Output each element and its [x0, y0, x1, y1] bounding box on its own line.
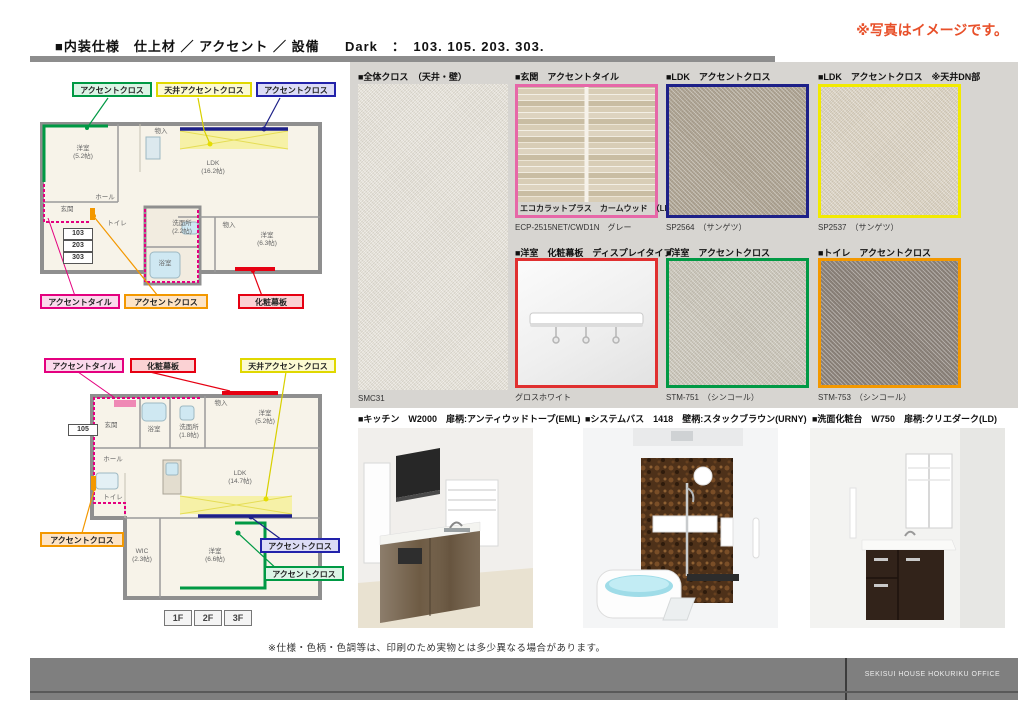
material-code-toilet-cloth: STM-753 （シンコール）	[818, 392, 911, 403]
footer-line	[30, 691, 1018, 693]
room-label: WIC(2.3帖)	[122, 548, 162, 563]
material-title-entrance-tile: ■玄関 アクセントタイル	[515, 70, 619, 83]
unit-tag: 203	[63, 240, 93, 252]
material-title-ldk-ceiling: ■LDK アクセントクロス ※天井DN部	[818, 70, 980, 83]
swatch-ldk-ceiling-cloth	[818, 84, 961, 218]
callout-accent-cloth-green: アクセントクロス	[264, 566, 344, 581]
swatch-room-cloth	[666, 258, 809, 388]
unit-spec: Dark ： 103. 105. 203. 303.	[345, 36, 544, 55]
room-label: ホール	[96, 456, 130, 464]
tile-image	[518, 87, 655, 202]
floor-plan-upper: アクセントクロス 天井アクセントクロス アクセントクロス アクセントタイル アク…	[30, 82, 348, 322]
unit-tag: 105	[68, 424, 98, 436]
callout-ceiling-accent-cloth: 天井アクセントクロス	[156, 82, 252, 97]
swatch-room-board	[515, 258, 658, 388]
callout-makeup-board: 化粧幕板	[130, 358, 196, 373]
room-label: 洗面所(2.2帖)	[160, 220, 204, 235]
room-label: トイレ	[100, 220, 134, 228]
vanity-photo	[810, 428, 1005, 628]
room-label: 浴室	[138, 426, 170, 434]
swatch-entrance-tile: エコカラットプラス カームウッド （LIXIL）	[515, 84, 658, 218]
page-title: ■内装仕様 仕上材 ／ アクセント ／ 設備	[55, 36, 320, 55]
photo-disclaimer: ※写真はイメージです。	[856, 20, 1008, 40]
footer-divider	[845, 658, 847, 700]
callout-ceiling-accent-cloth: 天井アクセントクロス	[240, 358, 336, 373]
room-label: 洗面所(1.8帖)	[170, 424, 208, 439]
material-code-entrance-tile: ECP-2515NET/CWD1N グレー	[515, 222, 631, 233]
room-label: 洋室(6.6帖)	[190, 548, 240, 563]
room-label: 玄関	[52, 206, 82, 214]
room-label: 洋室(5.2帖)	[240, 410, 290, 425]
office-name: SEKISUI HOUSE HOKURIKU OFFICE	[850, 671, 1015, 678]
makeup-board-illustration	[518, 261, 655, 385]
unit-tag: 103	[63, 228, 93, 240]
kitchen-photo	[358, 428, 533, 628]
callout-accent-cloth-blue: アクセントクロス	[260, 538, 340, 553]
material-code-overall: SMC31	[358, 394, 385, 403]
callout-accent-cloth-blue: アクセントクロス	[256, 82, 336, 97]
floor-plan-lower: アクセントタイル 化粧幕板 天井アクセントクロス アクセントクロス アクセントク…	[30, 348, 348, 638]
room-label: 洋室(5.2帖)	[58, 145, 108, 160]
material-product-entrance-tile: エコカラットプラス カームウッド （LIXIL）	[520, 203, 687, 214]
callout-accent-cloth-orange: アクセントクロス	[124, 294, 208, 309]
print-disclaimer: ※仕様・色柄・色調等は、印刷のため実物とは多少異なる場合があります。	[268, 640, 606, 654]
material-code-ldk-ceiling: SP2537 （サンゲツ）	[818, 222, 898, 233]
room-label: LDK(14.7帖)	[215, 470, 265, 485]
material-code-room-board: グロスホワイト	[515, 392, 571, 403]
callout-accent-tile: アクセントタイル	[40, 294, 120, 309]
room-label: 物入	[208, 400, 234, 408]
floor-plan-lower-drawing	[30, 348, 348, 638]
room-label: 洋室(6.3帖)	[242, 232, 292, 247]
swatch-ldk-cloth	[666, 84, 809, 218]
callout-accent-cloth-orange: アクセントクロス	[40, 532, 124, 547]
material-title-ldk-cloth: ■LDK アクセントクロス	[666, 70, 770, 83]
room-label: ホール	[88, 194, 122, 202]
callout-accent-tile: アクセントタイル	[44, 358, 124, 373]
room-label: 物入	[216, 222, 242, 230]
footer-band: SEKISUI HOUSE HOKURIKU OFFICE	[30, 658, 1018, 700]
callout-makeup-board: 化粧幕板	[238, 294, 304, 309]
equipment-title-vanity: ■洗面化粧台 W750 扉柄:クリエダーク(LD)	[812, 412, 997, 425]
room-label: 玄関	[96, 422, 126, 430]
swatch-overall-cloth	[358, 84, 508, 390]
room-label: トイレ	[96, 494, 130, 502]
floor-button-1f[interactable]: 1F	[164, 610, 192, 626]
swatch-toilet-cloth	[818, 258, 961, 388]
bath-photo	[583, 428, 778, 628]
floor-button-3f[interactable]: 3F	[224, 610, 252, 626]
callout-accent-cloth-green: アクセントクロス	[72, 82, 152, 97]
material-panel: ■全体クロス （天井・壁） ■玄関 アクセントタイル ■LDK アクセントクロス…	[350, 62, 1018, 408]
material-code-room-cloth: STM-751 （シンコール）	[666, 392, 759, 403]
floor-plan-upper-drawing	[30, 82, 348, 322]
unit-tag: 303	[63, 252, 93, 264]
room-label: 浴室	[148, 260, 182, 268]
material-code-ldk-cloth: SP2564 （サンゲツ）	[666, 222, 746, 233]
room-label: 物入	[148, 128, 174, 136]
floor-button-2f[interactable]: 2F	[194, 610, 222, 626]
room-label: LDK(16.2帖)	[188, 160, 238, 175]
equipment-title-bath: ■システムバス 1418 壁柄:スタックブラウン(URNY)	[585, 412, 807, 425]
material-title-overall: ■全体クロス （天井・壁）	[358, 70, 467, 83]
equipment-title-kitchen: ■キッチン W2000 扉柄:アンティウッドトープ(EML)	[358, 412, 581, 425]
